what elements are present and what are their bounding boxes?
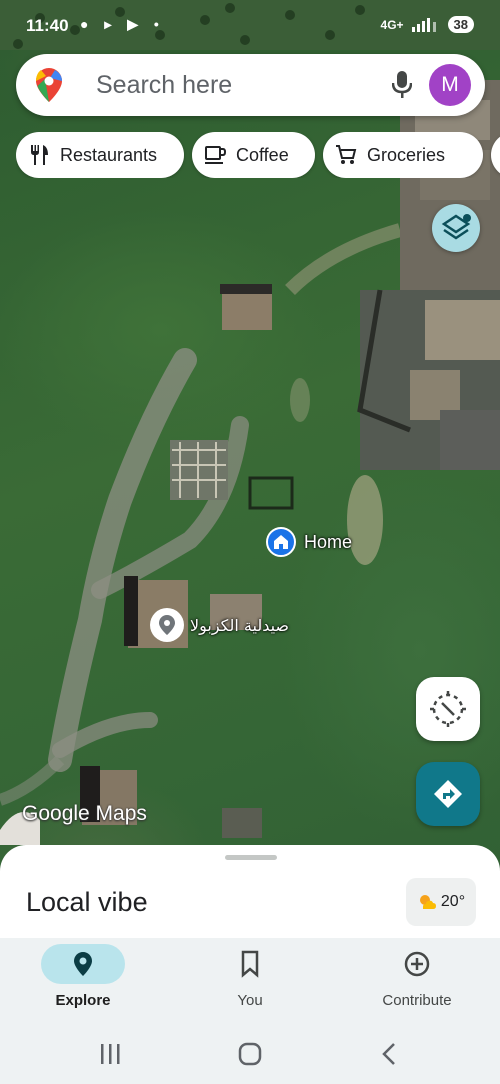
google-maps-pin-icon: [36, 68, 62, 102]
home-icon: [274, 535, 288, 549]
chip-more[interactable]: [491, 132, 500, 178]
search-bar[interactable]: Search here M: [16, 54, 485, 116]
partly-cloudy-icon: [419, 895, 436, 909]
chip-label: Restaurants: [60, 144, 158, 165]
tab-label: You: [237, 992, 263, 1009]
home-label[interactable]: Home: [304, 532, 352, 553]
location-pin-icon: [74, 952, 92, 976]
notification-icons: ● ▸ ▶ •: [80, 16, 165, 32]
directions-icon: [434, 780, 462, 808]
bottom-sheet[interactable]: Local vibe 20°: [0, 845, 500, 945]
weather-temp: 20°: [440, 893, 466, 910]
cart-icon: [336, 145, 357, 164]
signal-icon: [411, 17, 436, 32]
recents-icon[interactable]: [96, 1042, 124, 1066]
bottom-nav: Explore You Contribute: [0, 938, 500, 1020]
back-icon[interactable]: [376, 1042, 404, 1066]
network-label: 4G+: [380, 17, 404, 32]
tab-you[interactable]: You: [167, 938, 333, 1020]
home-button-icon[interactable]: [236, 1042, 264, 1066]
coffee-cup-icon: [205, 146, 226, 164]
status-right: 4G+ 38: [381, 16, 474, 33]
tab-explore[interactable]: Explore: [0, 938, 166, 1020]
avatar-letter: M: [441, 73, 459, 96]
plus-circle-icon: [404, 951, 430, 977]
sheet-title: Local vibe: [26, 887, 148, 917]
tab-contribute[interactable]: Contribute: [334, 938, 500, 1020]
chip-label: Coffee: [236, 144, 289, 165]
mic-icon[interactable]: [392, 71, 412, 99]
avatar[interactable]: M: [429, 64, 471, 106]
fork-knife-icon: [31, 145, 48, 165]
system-nav-bar: [0, 1020, 500, 1084]
location-crosshair-icon: [430, 691, 466, 727]
directions-button[interactable]: [416, 762, 480, 826]
weather-chip[interactable]: 20°: [406, 878, 476, 926]
chip-restaurants[interactable]: Restaurants: [16, 132, 184, 178]
drag-handle[interactable]: [225, 855, 277, 860]
chip-groceries[interactable]: Groceries: [323, 132, 483, 178]
tab-label: Contribute: [382, 992, 452, 1009]
category-chips: Restaurants Coffee Groceries: [16, 132, 500, 178]
layers-button[interactable]: [432, 204, 480, 252]
status-bar: 11:40 ● ▸ ▶ • 4G+ 38: [0, 0, 500, 52]
pharmacy-label[interactable]: صيدلية الكزبولا: [190, 616, 289, 635]
battery-badge: 38: [447, 16, 474, 33]
layers-icon: [441, 214, 471, 240]
place-pin-icon: [152, 610, 182, 640]
bookmark-icon: [241, 950, 259, 978]
tab-label: Explore: [55, 992, 111, 1009]
location-button[interactable]: [416, 677, 480, 741]
pharmacy-marker[interactable]: [150, 608, 184, 642]
home-marker[interactable]: [266, 527, 296, 557]
chip-label: Groceries: [367, 144, 446, 165]
search-input[interactable]: Search here: [96, 71, 232, 100]
google-maps-logo: Google Maps: [22, 802, 147, 825]
status-time: 11:40: [26, 16, 69, 35]
chip-coffee[interactable]: Coffee: [192, 132, 315, 178]
